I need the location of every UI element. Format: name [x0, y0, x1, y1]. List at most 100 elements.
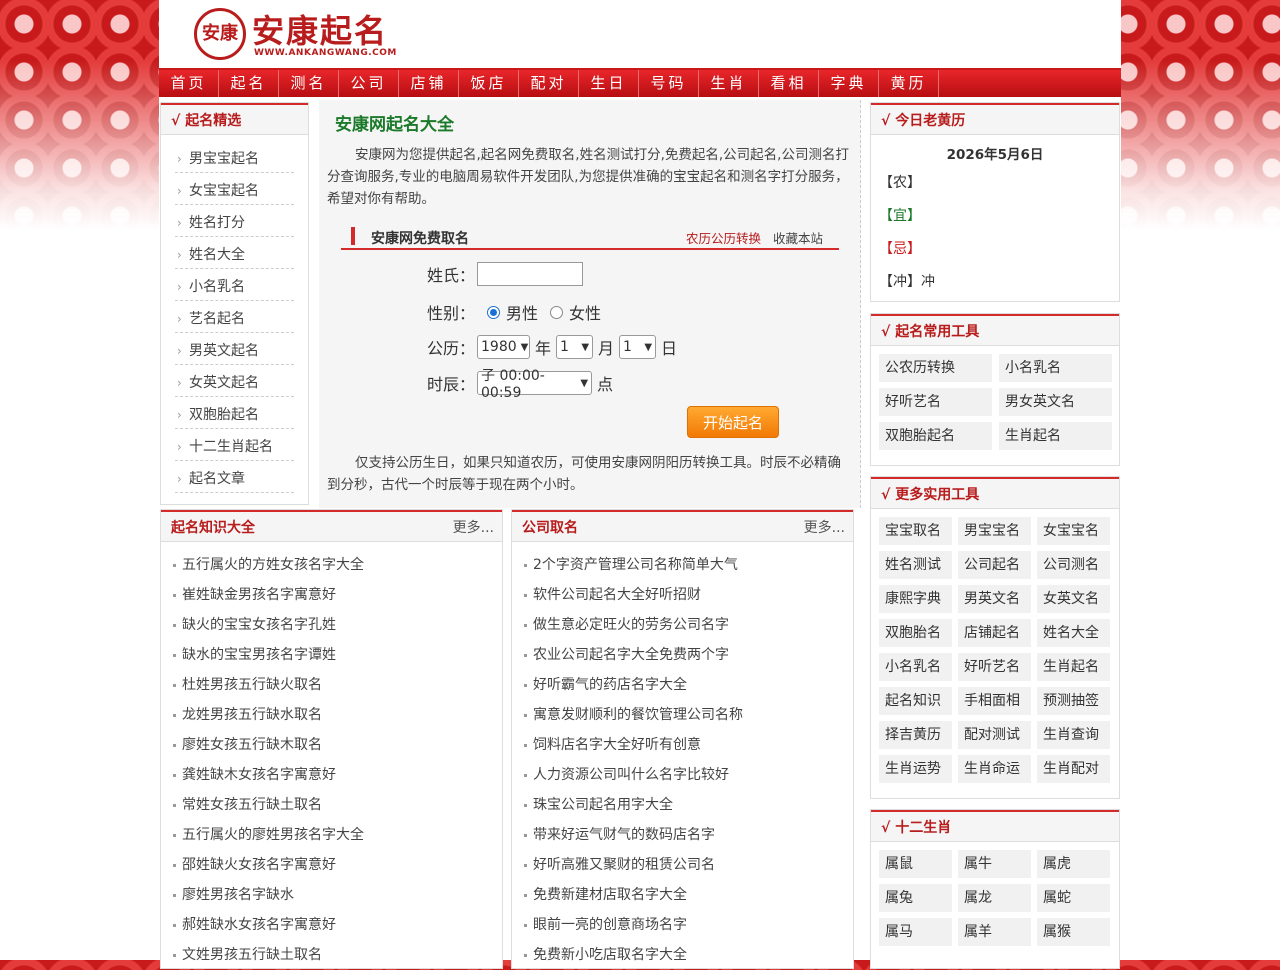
company-article-link[interactable]: 好听高雅又聚财的租赁公司名 — [524, 850, 853, 880]
nav-item[interactable]: 生肖 — [699, 70, 759, 97]
company-article-link[interactable]: 人力资源公司叫什么名字比较好 — [524, 760, 853, 790]
knowledge-article-link[interactable]: 杜姓男孩五行缺火取名 — [173, 670, 502, 700]
knowledge-more-link[interactable]: 更多... — [453, 512, 494, 544]
more-tool-link[interactable]: 手相面相 — [958, 687, 1031, 715]
zodiac-link[interactable]: 属猴 — [1037, 918, 1110, 946]
nav-item[interactable]: 首页 — [159, 70, 219, 97]
knowledge-article-link[interactable]: 廖姓男孩名字缺水 — [173, 880, 502, 910]
left-menu-item[interactable]: 女宝宝起名 — [175, 173, 294, 209]
nav-item[interactable]: 测名 — [279, 70, 339, 97]
knowledge-article-link[interactable]: 廖姓女孩五行缺木取名 — [173, 730, 502, 760]
left-menu-item[interactable]: 男英文起名 — [175, 333, 294, 369]
nav-item[interactable]: 饭店 — [459, 70, 519, 97]
more-tool-link[interactable]: 姓名测试 — [879, 551, 952, 579]
knowledge-article-link[interactable]: 文姓男孩五行缺土取名 — [173, 940, 502, 970]
nav-item[interactable]: 生日 — [579, 70, 639, 97]
tool-link[interactable]: 公农历转换 — [879, 354, 992, 382]
tool-link[interactable]: 小名乳名 — [999, 354, 1112, 382]
company-article-link[interactable]: 珠宝公司起名用字大全 — [524, 790, 853, 820]
knowledge-article-link[interactable]: 崔姓缺金男孩名字寓意好 — [173, 580, 502, 610]
company-article-link[interactable]: 带来好运气财气的数码店名字 — [524, 820, 853, 850]
nav-item[interactable]: 配对 — [519, 70, 579, 97]
more-tool-link[interactable]: 店铺起名 — [958, 619, 1031, 647]
nav-item[interactable]: 字典 — [819, 70, 879, 97]
male-radio[interactable] — [487, 305, 501, 319]
female-radio[interactable] — [550, 305, 564, 319]
left-menu-item[interactable]: 男宝宝起名 — [175, 141, 294, 177]
left-menu-item[interactable]: 艺名起名 — [175, 301, 294, 337]
left-menu-item[interactable]: 姓名打分 — [175, 205, 294, 241]
tool-link[interactable]: 双胞胎起名 — [879, 422, 992, 450]
company-article-link[interactable]: 2个字资产管理公司名称简单大气 — [524, 550, 853, 580]
zodiac-link[interactable]: 属马 — [879, 918, 952, 946]
company-article-link[interactable]: 饲料店名字大全好听有创意 — [524, 730, 853, 760]
nav-item[interactable]: 起名 — [219, 70, 279, 97]
nav-item[interactable]: 号码 — [639, 70, 699, 97]
company-article-link[interactable]: 做生意必定旺火的劳务公司名字 — [524, 610, 853, 640]
company-article-link[interactable]: 免费新小吃店取名字大全 — [524, 940, 853, 970]
zodiac-link[interactable]: 属虎 — [1037, 850, 1110, 878]
company-article-link[interactable]: 软件公司起名大全好听招财 — [524, 580, 853, 610]
zodiac-link[interactable]: 属龙 — [958, 884, 1031, 912]
zodiac-link[interactable]: 属羊 — [958, 918, 1031, 946]
more-tool-link[interactable]: 宝宝取名 — [879, 517, 952, 545]
more-tool-link[interactable]: 双胞胎名 — [879, 619, 952, 647]
more-tool-link[interactable]: 小名乳名 — [879, 653, 952, 681]
site-logo[interactable]: 安康 安康起名 WWW.ANKANGWANG.COM — [194, 6, 414, 62]
knowledge-article-link[interactable]: 缺水的宝宝男孩名字谭姓 — [173, 640, 502, 670]
more-tool-link[interactable]: 生肖运势 — [879, 755, 952, 783]
zodiac-link[interactable]: 属兔 — [879, 884, 952, 912]
more-tool-link[interactable]: 康熙字典 — [879, 585, 952, 613]
knowledge-article-link[interactable]: 五行属火的方姓女孩名字大全 — [173, 550, 502, 580]
more-tool-link[interactable]: 男英文名 — [958, 585, 1031, 613]
more-tool-link[interactable]: 公司起名 — [958, 551, 1031, 579]
tool-link[interactable]: 好听艺名 — [879, 388, 992, 416]
zodiac-link[interactable]: 属蛇 — [1037, 884, 1110, 912]
nav-item[interactable]: 公司 — [339, 70, 399, 97]
company-article-link[interactable]: 眼前一亮的创意商场名字 — [524, 910, 853, 940]
knowledge-article-link[interactable]: 缺火的宝宝女孩名字孔姓 — [173, 610, 502, 640]
more-tool-link[interactable]: 公司测名 — [1037, 551, 1110, 579]
more-tool-link[interactable]: 女宝宝名 — [1037, 517, 1110, 545]
calendar-convert-link[interactable]: 农历公历转换 — [686, 228, 761, 247]
nav-item[interactable]: 店铺 — [399, 70, 459, 97]
surname-input[interactable] — [477, 262, 584, 286]
company-article-link[interactable]: 好听霸气的药店名字大全 — [524, 670, 853, 700]
knowledge-article-link[interactable]: 龙姓男孩五行缺水取名 — [173, 700, 502, 730]
day-select[interactable]: 1 ▼ — [619, 335, 657, 359]
more-tool-link[interactable]: 择吉黄历 — [879, 721, 952, 749]
company-more-link[interactable]: 更多... — [804, 512, 845, 544]
company-article-link[interactable]: 免费新建材店取名字大全 — [524, 880, 853, 910]
left-menu-item[interactable]: 十二生肖起名 — [175, 429, 294, 465]
left-menu-item[interactable]: 起名文章 — [175, 461, 294, 497]
left-menu-item[interactable]: 双胞胎起名 — [175, 397, 294, 433]
nav-item[interactable]: 看相 — [759, 70, 819, 97]
more-tool-link[interactable]: 女英文名 — [1037, 585, 1110, 613]
company-article-link[interactable]: 农业公司起名字大全免费两个字 — [524, 640, 853, 670]
more-tool-link[interactable]: 男宝宝名 — [958, 517, 1031, 545]
left-menu-item[interactable]: 女英文起名 — [175, 365, 294, 401]
more-tool-link[interactable]: 生肖命运 — [958, 755, 1031, 783]
company-article-link[interactable]: 寓意发财顺利的餐饮管理公司名称 — [524, 700, 853, 730]
more-tool-link[interactable]: 起名知识 — [879, 687, 952, 715]
more-tool-link[interactable]: 配对测试 — [958, 721, 1031, 749]
tool-link[interactable]: 男女英文名 — [999, 388, 1112, 416]
tool-link[interactable]: 生肖起名 — [999, 422, 1112, 450]
zodiac-link[interactable]: 属牛 — [958, 850, 1031, 878]
knowledge-article-link[interactable]: 郝姓缺水女孩名字寓意好 — [173, 910, 502, 940]
knowledge-article-link[interactable]: 常姓女孩五行缺土取名 — [173, 790, 502, 820]
more-tool-link[interactable]: 生肖配对 — [1037, 755, 1110, 783]
more-tool-link[interactable]: 姓名大全 — [1037, 619, 1110, 647]
nav-item[interactable]: 黄历 — [879, 70, 939, 97]
month-select[interactable]: 1 ▼ — [556, 335, 594, 359]
more-tool-link[interactable]: 生肖起名 — [1037, 653, 1110, 681]
zodiac-link[interactable]: 属鼠 — [879, 850, 952, 878]
more-tool-link[interactable]: 好听艺名 — [958, 653, 1031, 681]
knowledge-article-link[interactable]: 龚姓缺木女孩名字寓意好 — [173, 760, 502, 790]
more-tool-link[interactable]: 预测抽签 — [1037, 687, 1110, 715]
start-naming-button[interactable]: 开始起名 — [687, 406, 779, 438]
knowledge-article-link[interactable]: 邵姓缺火女孩名字寓意好 — [173, 850, 502, 880]
more-tool-link[interactable]: 生肖查询 — [1037, 721, 1110, 749]
hour-select[interactable]: 子 00:00-00:59 ▼ — [477, 368, 593, 401]
left-menu-item[interactable]: 姓名大全 — [175, 237, 294, 273]
